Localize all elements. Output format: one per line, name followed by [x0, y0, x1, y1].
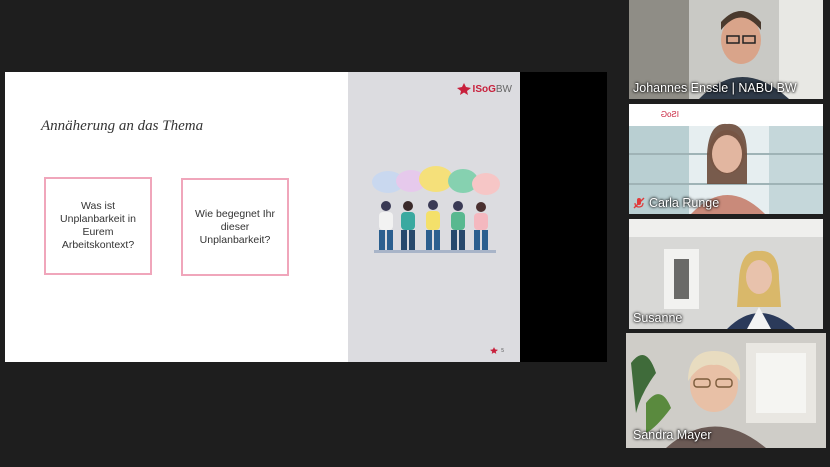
participant-tile-3[interactable]: Susanne — [629, 219, 823, 329]
logo-suffix: BW — [495, 83, 512, 95]
shared-screen: Annäherung an das Thema Was ist Unplanba… — [5, 72, 607, 362]
participant-name: Susanne — [633, 311, 683, 325]
question-box-1: Was ist Unplanbarkeit in Eurem Arbeitsko… — [44, 177, 152, 275]
star-logo-icon — [456, 83, 471, 95]
logo-text: ISoG — [472, 83, 496, 95]
isog-logo: ISoGBW — [456, 83, 512, 95]
participant-name: Carla Runge — [633, 196, 719, 210]
participant-name: Sandra Mayer — [633, 428, 712, 442]
question-box-2: Wie begegnet Ihr dieser Unplanbarkeit? — [181, 178, 289, 276]
slide-page-number: 5 — [490, 347, 504, 354]
participant-tile-2[interactable]: ISoG Carla Runge — [629, 104, 823, 214]
group-discussion-illustration — [372, 166, 500, 253]
participant-tile-4-active-speaker[interactable]: Sandra Mayer — [626, 333, 826, 448]
slide-illustration-panel: ISoGBW 5 — [348, 72, 520, 362]
svg-text:ISoG: ISoG — [661, 110, 679, 119]
slide-title: Annäherung an das Thema — [41, 118, 204, 134]
mic-muted-icon — [633, 197, 645, 209]
star-small-icon — [490, 347, 499, 354]
participant-name: Johannes Enssle | NABU BW — [633, 81, 797, 95]
participant-tile-1[interactable]: Johannes Enssle | NABU BW — [629, 0, 823, 99]
presentation-slide: Annäherung an das Thema Was ist Unplanba… — [5, 72, 520, 362]
